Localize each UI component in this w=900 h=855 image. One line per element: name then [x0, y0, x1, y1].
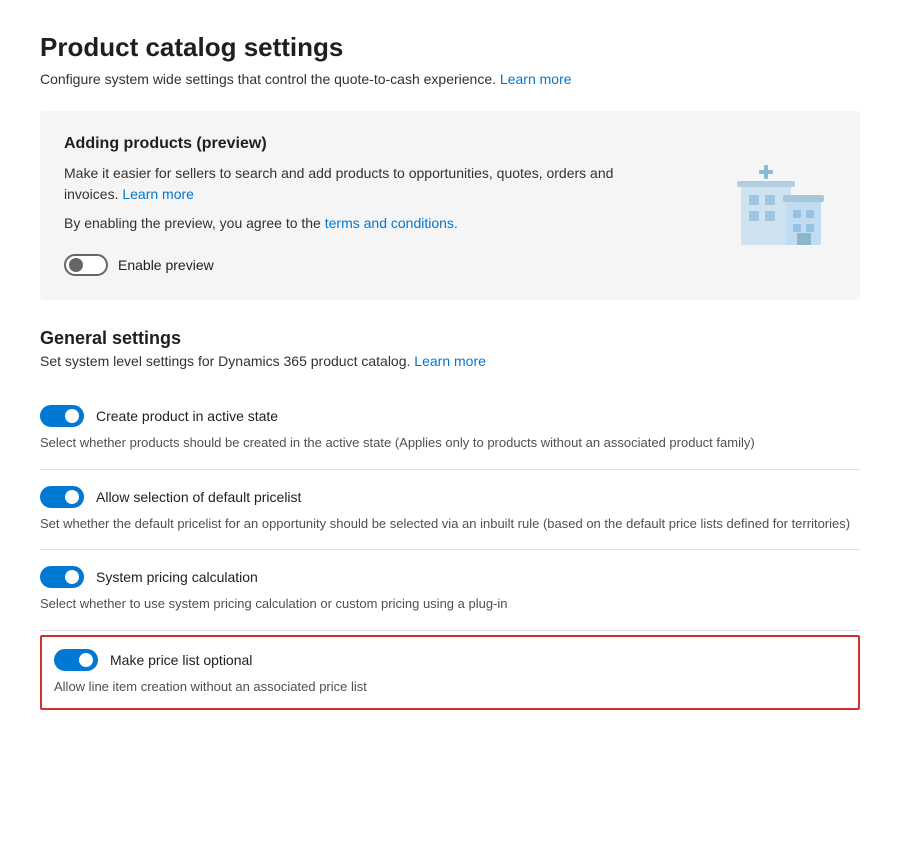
building-illustration	[721, 145, 831, 255]
setting-item-system-pricing: System pricing calculation Select whethe…	[40, 550, 860, 631]
preview-card-terms: By enabling the preview, you agree to th…	[64, 213, 644, 234]
toggle-thumb	[69, 258, 83, 272]
default-pricelist-toggle[interactable]	[40, 486, 84, 508]
general-desc-text: Set system level settings for Dynamics 3…	[40, 353, 410, 369]
terms-link[interactable]: terms and conditions.	[325, 215, 458, 231]
enable-preview-label: Enable preview	[118, 257, 214, 273]
toggle-track	[40, 566, 84, 588]
preview-card: Adding products (preview) Make it easier…	[40, 111, 860, 300]
setting-toggle-row-default-pricelist: Allow selection of default pricelist	[40, 486, 860, 508]
toggle-thumb	[79, 653, 93, 667]
default-pricelist-desc: Set whether the default pricelist for an…	[40, 514, 860, 534]
setting-item-price-list-optional: Make price list optional Allow line item…	[40, 635, 860, 711]
preview-toggle-row: Enable preview	[64, 254, 644, 276]
preview-card-title: Adding products (preview)	[64, 135, 644, 153]
system-pricing-desc: Select whether to use system pricing cal…	[40, 594, 860, 614]
toggle-track	[40, 486, 84, 508]
general-settings-desc: Set system level settings for Dynamics 3…	[40, 353, 860, 369]
setting-toggle-row-create-product: Create product in active state	[40, 405, 860, 427]
page-container: Product catalog settings Configure syste…	[0, 0, 900, 742]
default-pricelist-label: Allow selection of default pricelist	[96, 489, 301, 505]
toggle-track	[40, 405, 84, 427]
general-learn-more-link[interactable]: Learn more	[414, 353, 486, 369]
price-list-optional-desc: Allow line item creation without an asso…	[54, 677, 846, 697]
setting-item-create-product: Create product in active state Select wh…	[40, 389, 860, 470]
preview-card-content: Adding products (preview) Make it easier…	[64, 135, 644, 276]
subtitle-text: Configure system wide settings that cont…	[40, 71, 496, 87]
terms-prefix: By enabling the preview, you agree to th…	[64, 215, 321, 231]
create-product-label: Create product in active state	[96, 408, 278, 424]
general-settings-section: General settings Set system level settin…	[40, 328, 860, 710]
enable-preview-toggle[interactable]	[64, 254, 108, 276]
page-subtitle: Configure system wide settings that cont…	[40, 71, 860, 87]
create-product-toggle[interactable]	[40, 405, 84, 427]
preview-illustration	[716, 135, 836, 255]
general-settings-title: General settings	[40, 328, 860, 349]
price-list-optional-label: Make price list optional	[110, 652, 252, 668]
preview-card-desc: Make it easier for sellers to search and…	[64, 163, 644, 205]
system-pricing-toggle[interactable]	[40, 566, 84, 588]
toggle-track	[64, 254, 108, 276]
setting-item-default-pricelist: Allow selection of default pricelist Set…	[40, 470, 860, 551]
toggle-thumb	[65, 570, 79, 584]
setting-toggle-row-price-list-optional: Make price list optional	[54, 649, 846, 671]
page-title: Product catalog settings	[40, 32, 860, 63]
setting-toggle-row-system-pricing: System pricing calculation	[40, 566, 860, 588]
system-pricing-label: System pricing calculation	[96, 569, 258, 585]
header-learn-more-link[interactable]: Learn more	[500, 71, 572, 87]
toggle-thumb	[65, 409, 79, 423]
toggle-track	[54, 649, 98, 671]
create-product-desc: Select whether products should be create…	[40, 433, 860, 453]
price-list-optional-toggle[interactable]	[54, 649, 98, 671]
preview-learn-more-link[interactable]: Learn more	[122, 186, 194, 202]
toggle-thumb	[65, 490, 79, 504]
